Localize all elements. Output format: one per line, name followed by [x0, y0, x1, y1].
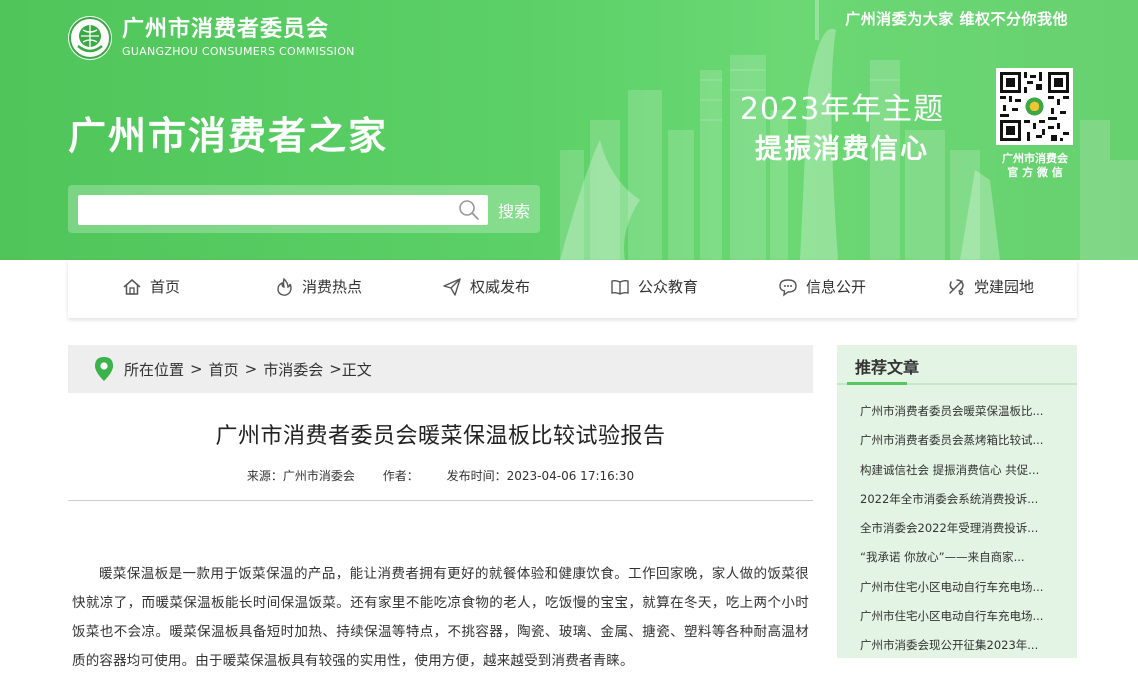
recommended-item[interactable]: “我承诺 你放心”——来自商家... — [860, 543, 1070, 572]
nav-item-hot-topics[interactable]: 消费热点 — [274, 276, 362, 297]
nav-item-disclosure[interactable]: 信息公开 — [778, 276, 866, 297]
nav-item-education[interactable]: 公众教育 — [610, 276, 698, 297]
recommended-item[interactable]: 广州市消费者委员会暖菜保温板比... — [860, 397, 1070, 426]
sidebar-title-underline — [847, 382, 907, 385]
article-author: 作者： — [382, 469, 419, 483]
breadcrumb-link-commission[interactable]: 市消委会 — [263, 359, 323, 380]
qr-caption: 广州市消费会 官 方 微 信 — [996, 152, 1074, 180]
location-pin-icon — [95, 357, 113, 381]
article-divider — [68, 500, 813, 501]
article-date: 发布时间：2023-04-06 17:16:30 — [446, 469, 635, 483]
breadcrumb: 所在位置 > 首页 > 市消委会 > 正文 — [68, 345, 813, 393]
article-source: 来源：广州市消委会 — [246, 469, 355, 483]
recommended-item[interactable]: 2022年全市消委会系统消费投诉... — [860, 485, 1070, 514]
breadcrumb-link-home[interactable]: 首页 — [209, 359, 239, 380]
party-icon — [949, 278, 964, 295]
sidebar-header: 推荐文章 — [837, 345, 1077, 385]
breadcrumb-prefix: 所在位置 — [124, 360, 185, 379]
nav-item-label: 消费热点 — [302, 278, 363, 296]
nav-item-releases[interactable]: 权威发布 — [442, 276, 530, 297]
recommended-item[interactable]: 广州市住宅小区电动自行车充电场... — [860, 602, 1070, 631]
annual-theme-slogan: 提振消费信心 — [755, 134, 929, 165]
recommended-item[interactable]: 广州市住宅小区电动自行车充电场... — [860, 573, 1070, 602]
article-body: 暖菜保温板是一款用于饭菜保温的产品，能让消费者拥有更好的就餐体验和健康饮食。工作… — [72, 566, 809, 669]
site-logo[interactable]: 广州市消费者委员会 GUANGZHOU CONSUMERS COMMISSION — [68, 16, 355, 60]
qr-caption-line1: 广州市消费会 — [1002, 152, 1068, 165]
main-nav: 首页 消费热点 权威发布 公众教育 信息公开 党建园地 — [68, 260, 1077, 318]
flame-icon — [277, 277, 292, 296]
sidebar-title: 推荐文章 — [855, 358, 920, 377]
recommended-item[interactable]: 广州市消费者委员会蒸烤箱比较试... — [860, 426, 1070, 455]
consumer-commission-emblem-icon — [68, 16, 112, 60]
nav-item-label: 公众教育 — [638, 278, 699, 296]
logo-text: 广州市消费者委员会 GUANGZHOU CONSUMERS COMMISSION — [122, 17, 355, 59]
search-button[interactable]: 搜索 — [488, 195, 540, 225]
article-meta: 来源：广州市消委会 作者： 发布时间：2023-04-06 17:16:30 — [68, 467, 813, 484]
site-title: 广州市消费者之家 — [68, 114, 389, 158]
header-slogan: 广州消委为大家 维权不分你我他 — [845, 10, 1068, 28]
recommended-list: 广州市消费者委员会暖菜保温板比... 广州市消费者委员会蒸烤箱比较试... 构建… — [860, 397, 1070, 661]
article-title: 广州市消费者委员会暖菜保温板比较试验报告 — [215, 424, 666, 449]
logo-name-cn: 广州市消费者委员会 — [122, 17, 330, 42]
send-icon — [443, 277, 461, 296]
nav-item-label: 党建园地 — [974, 278, 1035, 296]
recommended-articles: 推荐文章 广州市消费者委员会暖菜保温板比... 广州市消费者委员会蒸烤箱比较试.… — [837, 345, 1077, 658]
nav-item-label: 信息公开 — [806, 278, 867, 296]
home-icon — [123, 278, 141, 295]
search-icon[interactable] — [458, 199, 480, 221]
search-input[interactable] — [78, 195, 488, 225]
wechat-qr-code-icon — [996, 68, 1073, 145]
annual-theme-year: 2023年年主题 — [739, 92, 945, 127]
search-bar: 搜索 — [68, 185, 540, 233]
nav-item-home[interactable]: 首页 — [122, 276, 180, 297]
qr-caption-line2: 官 方 微 信 — [1007, 166, 1063, 179]
header-banner: 广州市消费者委员会 GUANGZHOU CONSUMERS COMMISSION… — [0, 0, 1138, 260]
recommended-item[interactable]: 广州市消委会现公开征集2023年... — [860, 631, 1070, 660]
logo-name-en: GUANGZHOU CONSUMERS COMMISSION — [122, 45, 355, 58]
annual-theme: 2023年年主题 提振消费信心 — [736, 92, 948, 168]
breadcrumb-current: 正文 — [341, 360, 372, 379]
wechat-qr-block: 广州市消费会 官 方 微 信 — [996, 68, 1074, 180]
recommended-item[interactable]: 构建诚信社会 提振消费信心 共促... — [860, 456, 1070, 485]
book-icon — [611, 279, 629, 295]
recommended-item[interactable]: 全市消委会2022年受理消费投诉... — [860, 514, 1070, 543]
nav-item-label: 首页 — [150, 278, 181, 296]
nav-item-party-building[interactable]: 党建园地 — [946, 276, 1034, 297]
chat-icon — [779, 278, 797, 297]
nav-item-label: 权威发布 — [470, 278, 531, 296]
